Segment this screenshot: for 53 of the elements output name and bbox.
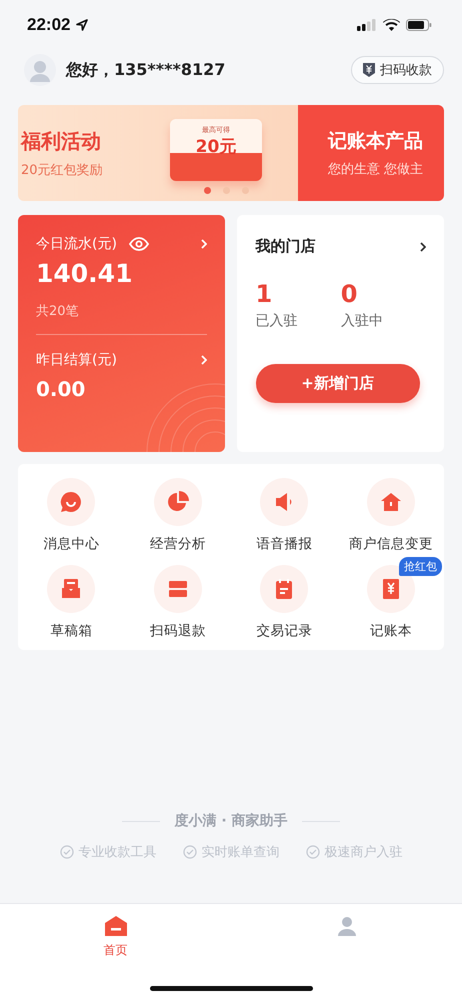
shortcut-item[interactable]: 交易记录 xyxy=(231,555,338,640)
shortcut-item[interactable]: 经营分析 xyxy=(124,468,231,553)
check-circle-icon xyxy=(182,845,196,859)
carousel-dot[interactable] xyxy=(204,187,211,194)
banner-subtitle: 您的生意 您做主 xyxy=(328,161,424,178)
today-revenue-amount: 140.41 xyxy=(36,259,134,288)
signal-icon xyxy=(357,19,377,31)
battery-icon xyxy=(406,19,432,31)
yen-shield-icon xyxy=(363,63,375,77)
banner-title: 记账本产品 xyxy=(328,129,424,154)
person-icon xyxy=(336,916,358,936)
pie-chart-icon xyxy=(166,490,190,514)
location-icon xyxy=(76,19,88,31)
brand-name: 度小满 · 商家助手 xyxy=(174,812,288,830)
check-circle-icon xyxy=(306,845,320,859)
home-icon xyxy=(104,916,126,936)
feature-text: 极速商户入驻 xyxy=(324,844,402,861)
wifi-icon xyxy=(383,19,400,31)
store-count: 1 xyxy=(256,280,274,308)
feature-text: 专业收款工具 xyxy=(78,844,156,861)
carousel-dot[interactable] xyxy=(223,187,230,194)
revenue-card[interactable]: 今日流水(元) 140.41 共20笔 昨日结算(元) 0.00 xyxy=(18,215,224,452)
shortcut-item[interactable]: 草稿箱 xyxy=(18,555,124,640)
shortcut-item[interactable]: 消息中心 xyxy=(18,468,124,553)
eye-icon[interactable] xyxy=(128,237,149,251)
store-count: 0 xyxy=(340,280,358,308)
banner-subtitle: 20元红包奖励 xyxy=(21,162,103,178)
shortcut-item[interactable]: 语音播报 xyxy=(231,468,338,553)
promo-banner[interactable]: 记账本产品 您的生意 您做主 xyxy=(298,105,444,201)
house-icon xyxy=(378,490,403,514)
check-circle-icon xyxy=(60,845,74,859)
carousel-dot[interactable] xyxy=(242,187,249,194)
shortcut-item[interactable]: 抢红包 记账本 xyxy=(338,555,444,640)
yesterday-settlement-amount: 0.00 xyxy=(36,377,86,401)
store-count-label: 入驻中 xyxy=(340,312,384,330)
shortcut-item[interactable]: 扫码退款 xyxy=(124,555,231,640)
scan-pay-button[interactable]: 扫码收款 xyxy=(351,56,444,84)
store-card-title: 我的门店 xyxy=(256,237,316,256)
avatar-icon[interactable] xyxy=(24,54,56,86)
greeting-text: 您好，135****8127 xyxy=(66,60,226,80)
store-count-label: 已入驻 xyxy=(256,312,298,330)
shortcut-item[interactable]: 商户信息变更 xyxy=(338,468,444,553)
banner-title: 福利活动 xyxy=(21,128,102,154)
store-card[interactable]: 我的门店 1 已入驻 0 入驻中 +新增门店 xyxy=(236,215,444,452)
feature-text: 实时账单查询 xyxy=(202,844,280,861)
transaction-count: 共20笔 xyxy=(36,303,80,320)
chevron-icon[interactable] xyxy=(420,242,426,252)
today-revenue-label: 今日流水(元) xyxy=(36,235,117,253)
add-store-button[interactable]: +新增门店 xyxy=(256,364,420,403)
chat-bubble-icon xyxy=(59,490,84,514)
yesterday-settlement-label: 昨日结算(元) xyxy=(36,351,117,369)
promo-badge: 抢红包 xyxy=(399,557,442,576)
status-time: 22:02 xyxy=(27,15,70,35)
